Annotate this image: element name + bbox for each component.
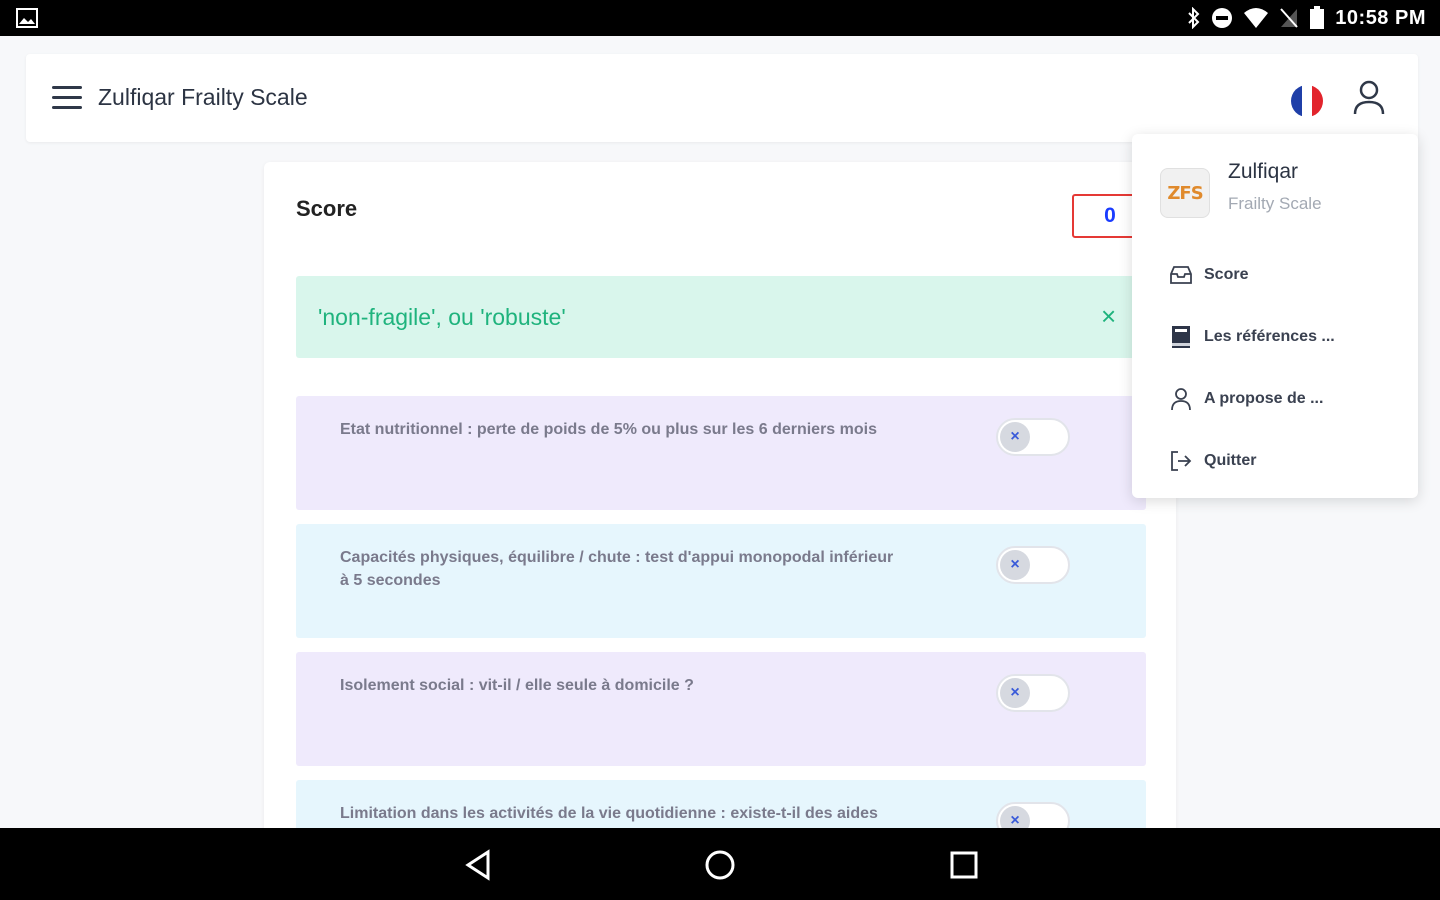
user-dropdown-menu: ZFS Zulfiqar Frailty Scale Score Les réf… bbox=[1132, 134, 1418, 498]
menu-icon[interactable] bbox=[52, 86, 82, 110]
menu-item-references[interactable]: Les références ... bbox=[1168, 322, 1335, 352]
menu-item-label: A propose de ... bbox=[1204, 390, 1324, 407]
app-header: Zulfiqar Frailty Scale bbox=[26, 54, 1418, 142]
toggle-x-icon: × bbox=[1000, 550, 1030, 580]
inbox-icon bbox=[1170, 266, 1192, 284]
home-icon[interactable] bbox=[702, 848, 738, 882]
menu-item-label: Les références ... bbox=[1204, 328, 1335, 345]
question-text: Isolement social : vit-il / elle seule à… bbox=[340, 677, 694, 694]
logout-icon bbox=[1171, 451, 1192, 471]
image-notification-icon bbox=[16, 8, 38, 28]
result-text: 'non-fragile', ou 'robuste' bbox=[318, 304, 566, 330]
result-alert: 'non-fragile', ou 'robuste' × bbox=[296, 276, 1146, 358]
question-item: Isolement social : vit-il / elle seule à… bbox=[296, 652, 1146, 766]
android-nav-bar bbox=[0, 828, 1440, 900]
app-logo: ZFS bbox=[1160, 168, 1210, 218]
bluetooth-icon bbox=[1188, 7, 1200, 29]
user-icon[interactable] bbox=[1352, 78, 1386, 118]
back-icon[interactable] bbox=[460, 848, 496, 882]
menu-item-label: Score bbox=[1204, 266, 1249, 283]
wifi-icon bbox=[1244, 8, 1269, 28]
french-flag-icon[interactable] bbox=[1291, 85, 1323, 117]
question-item: Capacités physiques, équilibre / chute :… bbox=[296, 524, 1146, 638]
user-icon bbox=[1171, 388, 1191, 411]
book-icon bbox=[1172, 326, 1190, 348]
do-not-disturb-icon bbox=[1212, 8, 1233, 28]
score-label: Score bbox=[296, 196, 358, 221]
menu-item-quit[interactable]: Quitter bbox=[1168, 446, 1256, 476]
battery-icon bbox=[1310, 6, 1325, 29]
recents-icon[interactable] bbox=[946, 848, 982, 882]
question-text: Etat nutritionnel : perte de poids de 5%… bbox=[340, 421, 877, 438]
toggle-x-icon: × bbox=[1000, 678, 1030, 708]
menu-item-about[interactable]: A propose de ... bbox=[1168, 384, 1323, 414]
question-toggle[interactable]: × bbox=[996, 418, 1070, 456]
question-text: Limitation dans les activités de la vie … bbox=[340, 805, 878, 822]
score-card: Score 0 'non-fragile', ou 'robuste' × Et… bbox=[264, 162, 1176, 862]
no-signal-icon bbox=[1280, 8, 1299, 28]
status-time: 10:58 PM bbox=[1335, 6, 1426, 29]
menu-item-label: Quitter bbox=[1204, 452, 1257, 469]
close-icon[interactable]: × bbox=[1101, 303, 1125, 329]
question-item: Etat nutritionnel : perte de poids de 5%… bbox=[296, 396, 1146, 510]
menu-user-name: Zulfiqar bbox=[1228, 160, 1299, 183]
menu-user-subtitle: Frailty Scale bbox=[1228, 194, 1322, 213]
app-title: Zulfiqar Frailty Scale bbox=[98, 84, 308, 110]
question-toggle[interactable]: × bbox=[996, 546, 1070, 584]
menu-item-score[interactable]: Score bbox=[1168, 260, 1248, 290]
question-text: Capacités physiques, équilibre / chute :… bbox=[340, 549, 894, 589]
question-toggle[interactable]: × bbox=[996, 674, 1070, 712]
status-bar: 10:58 PM bbox=[0, 0, 1440, 36]
toggle-x-icon: × bbox=[1000, 422, 1030, 452]
status-icons: 10:58 PM bbox=[1187, 0, 1426, 36]
